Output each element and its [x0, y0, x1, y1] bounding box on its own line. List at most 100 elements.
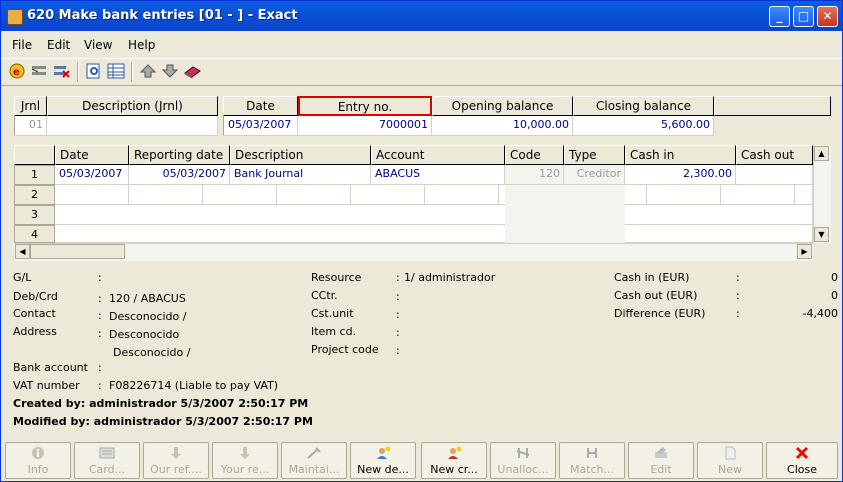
your-ref-button[interactable]: Your re...	[212, 442, 278, 479]
menu-bar: File Edit View Help	[1, 34, 842, 56]
col-date-header[interactable]: Date	[55, 145, 129, 165]
scroll-thumb[interactable]	[30, 244, 125, 259]
difference-eur-sep: :	[736, 307, 740, 320]
menu-edit[interactable]: Edit	[47, 38, 70, 52]
toolbar-separator	[131, 62, 133, 82]
delete-entry-icon[interactable]	[52, 63, 70, 79]
entry-no-value[interactable]: 7000001	[298, 116, 432, 136]
scroll-right-icon[interactable]: ▶	[797, 244, 812, 259]
svg-text:e: e	[13, 67, 20, 78]
app-icon	[7, 9, 23, 25]
cstunit-sep: :	[396, 308, 400, 321]
row-number[interactable]: 2	[14, 185, 55, 205]
new-debtor-button[interactable]: New de...	[350, 442, 416, 479]
col-type-header[interactable]: Type	[564, 145, 625, 165]
grid-corner	[14, 145, 55, 165]
itemcd-label: Item cd.	[311, 325, 357, 338]
cstunit-label: Cst.unit	[311, 307, 354, 320]
row-number[interactable]: 1	[14, 165, 55, 185]
jrnl-description-header: Description (Jrnl)	[47, 96, 218, 116]
minimize-button[interactable]: _	[769, 6, 790, 27]
row-number[interactable]: 3	[14, 205, 55, 225]
contact-sep: :	[98, 309, 102, 322]
entry-date-value[interactable]: 05/03/2007	[223, 116, 298, 136]
maximize-button[interactable]: □	[793, 6, 814, 27]
gl-label: G/L	[13, 271, 32, 284]
edit-button[interactable]: Edit	[628, 442, 694, 479]
table-row[interactable]	[55, 225, 813, 243]
new-creditor-button[interactable]: New cr...	[421, 442, 487, 479]
line-cash-out-cell[interactable]	[736, 165, 813, 185]
line-cash-in-cell[interactable]: 2,300.00	[625, 165, 736, 185]
bank-account-label: Bank account	[13, 361, 88, 374]
preview-icon[interactable]	[85, 63, 103, 79]
col-code-header[interactable]: Code	[505, 145, 564, 165]
cash-out-eur-label: Cash out (EUR)	[614, 289, 698, 302]
jrnl-header: Jrnl	[14, 96, 47, 116]
line-type-cell: Creditor	[564, 165, 625, 185]
col-cash-in-header[interactable]: Cash in	[625, 145, 736, 165]
difference-eur-label: Difference (EUR)	[614, 307, 706, 320]
menu-view[interactable]: View	[84, 38, 112, 52]
title-bar[interactable]: 620 Make bank entries [01 - ] - Exact _ …	[1, 1, 842, 31]
readonly-column-shade	[505, 185, 625, 243]
resource-value: 1/ administrador	[404, 271, 496, 284]
blank-header	[714, 96, 831, 116]
modified-by-text: Modified by: administrador 5/3/2007 2:50…	[13, 415, 313, 428]
new-creditor-button-label: New cr...	[430, 463, 478, 476]
entry-no-header[interactable]: Entry no.	[298, 96, 432, 116]
scroll-left-icon[interactable]: ◀	[15, 244, 30, 259]
card-button[interactable]: Card...	[74, 442, 140, 479]
our-ref-icon	[171, 447, 181, 459]
scroll-down-icon[interactable]: ▼	[814, 227, 829, 242]
table-row[interactable]	[55, 185, 813, 205]
line-description-cell[interactable]: Bank Journal	[230, 165, 371, 185]
close-button[interactable]: Close	[766, 442, 838, 479]
contact-label: Contact	[13, 307, 56, 320]
line-reporting-date-cell[interactable]: 05/03/2007	[129, 165, 230, 185]
new-button[interactable]: New	[697, 442, 763, 479]
card-icon	[99, 447, 115, 459]
maintain-button[interactable]: Maintai...	[281, 442, 347, 479]
our-ref-button[interactable]: Our ref....	[143, 442, 209, 479]
jrnl-description-value[interactable]	[47, 116, 218, 136]
menu-help[interactable]: Help	[128, 38, 155, 52]
maintain-button-label: Maintai...	[288, 463, 340, 476]
table-row[interactable]	[55, 205, 813, 225]
difference-eur-value: -4,400	[802, 307, 838, 320]
scroll-up-icon[interactable]: ▲	[814, 146, 829, 161]
cash-in-eur-label: Cash in (EUR)	[614, 271, 690, 284]
book-icon[interactable]	[183, 63, 201, 79]
closing-balance-value[interactable]: 5,600.00	[573, 116, 714, 136]
arrow-up-icon[interactable]	[139, 63, 157, 79]
resource-label: Resource	[311, 271, 362, 284]
cash-out-eur-sep: :	[736, 289, 740, 302]
match-icon	[587, 448, 597, 458]
col-account-header[interactable]: Account	[371, 145, 505, 165]
col-reporting-date-header[interactable]: Reporting date	[129, 145, 230, 165]
match-button[interactable]: Match...	[559, 442, 625, 479]
info-button[interactable]: Info	[5, 442, 71, 479]
resource-sep: :	[396, 271, 400, 284]
col-description-header[interactable]: Description	[230, 145, 371, 165]
menu-file[interactable]: File	[12, 38, 32, 52]
new-button-label: New	[718, 463, 742, 476]
line-account-cell[interactable]: ABACUS	[371, 165, 505, 185]
close-window-button[interactable]: ✕	[817, 6, 838, 27]
jrnl-value[interactable]: 01	[14, 116, 47, 136]
opening-balance-header: Opening balance	[432, 96, 573, 116]
col-cash-out-header[interactable]: Cash out	[736, 145, 813, 165]
new-debtor-button-label: New de...	[357, 463, 409, 476]
list-icon[interactable]	[107, 63, 125, 79]
arrow-down-icon[interactable]	[161, 63, 179, 79]
entry-icon[interactable]	[30, 63, 48, 79]
row-number[interactable]: 4	[14, 225, 55, 243]
line-date-cell[interactable]: 05/03/2007	[55, 165, 129, 185]
unallocated-icon	[516, 448, 530, 458]
exact-logo-icon[interactable]: e	[8, 63, 26, 79]
unallocated-button[interactable]: Unalloc...	[490, 442, 556, 479]
vat-number-value: F08226714 (Liable to pay VAT)	[109, 379, 279, 392]
created-by-text: Created by: administrador 5/3/2007 2:50:…	[13, 397, 309, 410]
horizontal-scrollbar[interactable]	[14, 243, 813, 261]
opening-balance-value[interactable]: 10,000.00	[432, 116, 573, 136]
